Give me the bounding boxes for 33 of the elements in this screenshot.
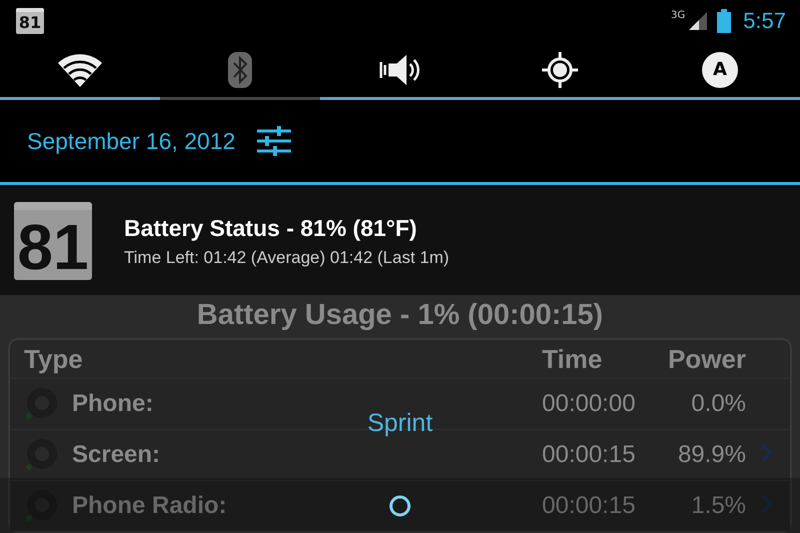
battery-percent-icon: 81 [16, 8, 44, 34]
home-icon[interactable] [388, 494, 412, 518]
gauge-icon [24, 387, 58, 421]
network-type-label: 3G [671, 10, 686, 21]
row-power: 1.5% [690, 492, 747, 520]
notification-title: Battery Status - 81% (81°F) [124, 214, 418, 242]
signal-icon [689, 12, 708, 30]
usage-row[interactable]: Phone Radio: 00:00:15 1.5% [10, 480, 790, 531]
clock-time: 5:57 [743, 8, 786, 34]
row-power: 89.9% [676, 441, 747, 469]
usage-title: Battery Usage - 1% (00:00:15) [196, 299, 604, 332]
row-time: 00:00:15 [542, 441, 636, 469]
row-time: 00:00:15 [542, 492, 636, 520]
notification-text: Time Left: 01:42 (Average) 01:42 (Last 1m) [124, 248, 450, 268]
quick-toggle[interactable]: A [640, 42, 800, 98]
target-icon [542, 52, 578, 88]
column-header: Type [24, 344, 83, 374]
row-name: Phone Radio: [72, 492, 227, 520]
wifi-icon [58, 53, 102, 87]
notification-card[interactable]: 81 Battery Status - 81% (81°F) Time Left: 01:42 (Average) 01:42 (Last 1m) [0, 187, 800, 295]
column-header: Power [666, 344, 747, 374]
bluetooth-icon [228, 52, 252, 88]
row-power: 0.0% [690, 390, 747, 418]
auto-brightness-icon: A [705, 55, 735, 85]
row-time: 00:00:00 [542, 390, 636, 418]
battery-percent-icon: 81 [14, 202, 92, 280]
settings-icon[interactable] [257, 126, 292, 156]
date-label: September 16, 2012 [27, 128, 236, 154]
gauge-icon [24, 438, 58, 472]
row-name: Phone: [72, 390, 154, 418]
column-header: Time [542, 344, 604, 374]
battery-icon [717, 9, 732, 33]
row-name: Screen: [72, 441, 160, 469]
